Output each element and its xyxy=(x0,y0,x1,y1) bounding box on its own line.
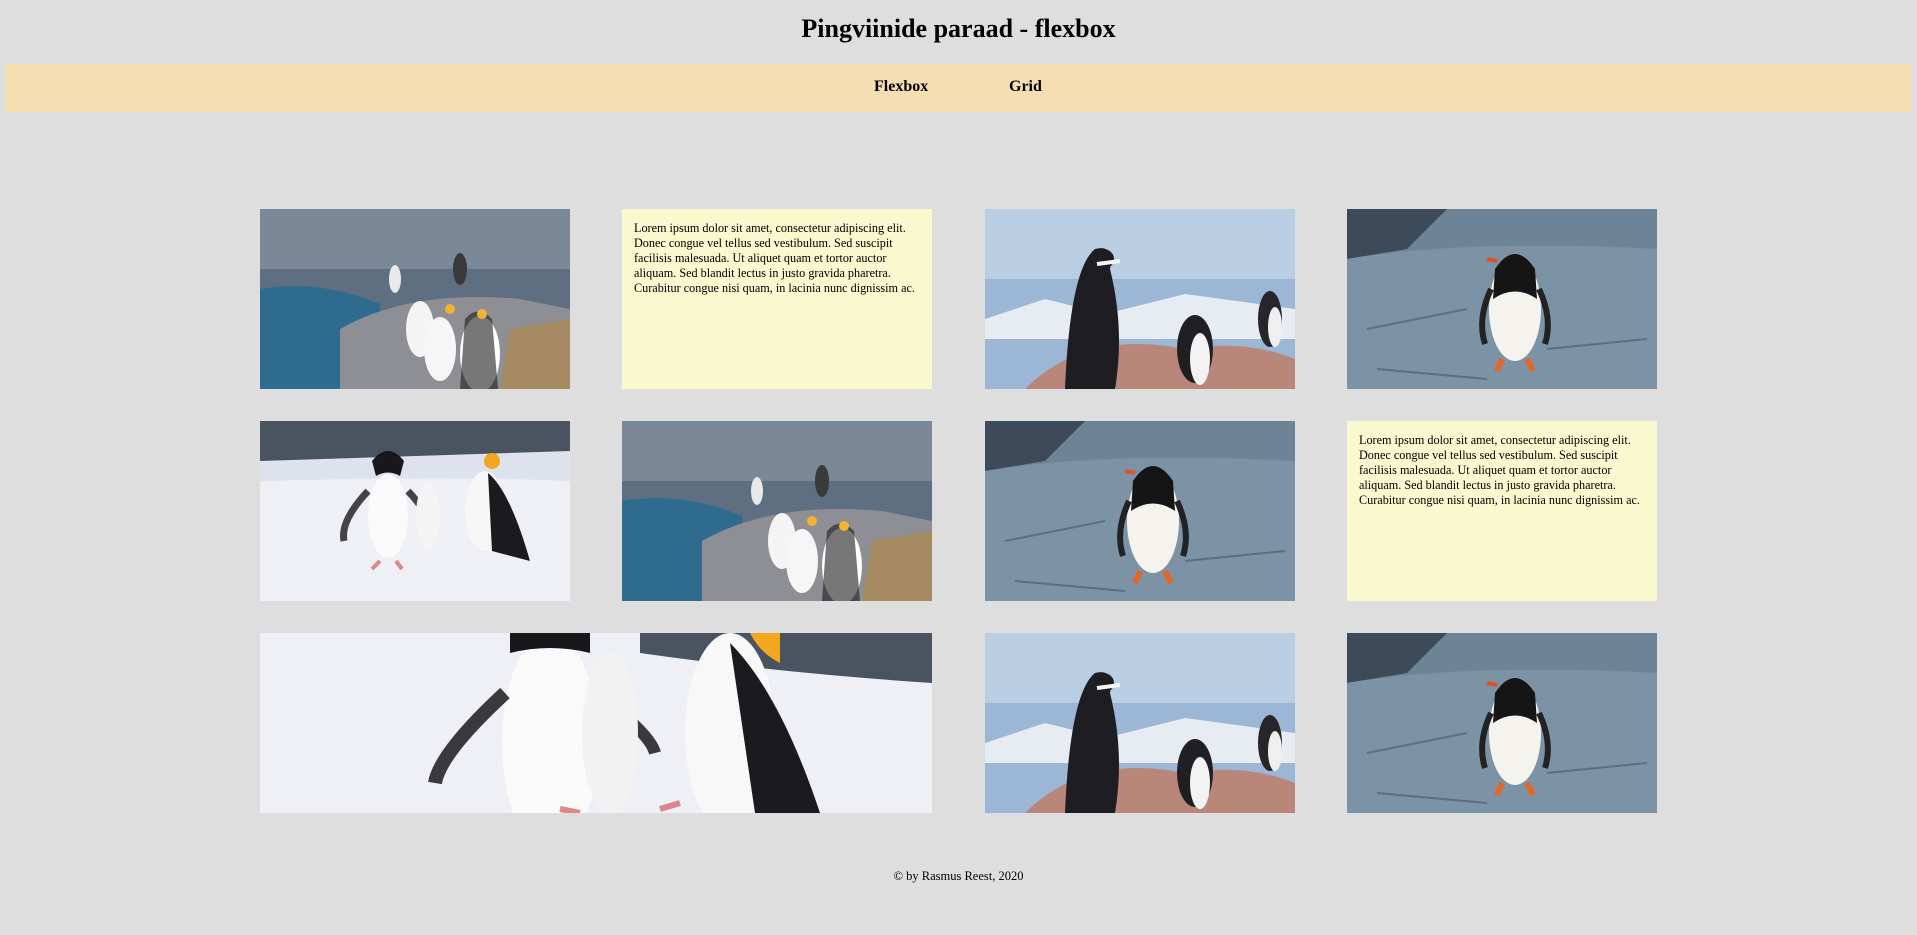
main-nav: Flexbox Grid xyxy=(5,64,1911,112)
chinstrap-penguins-snow-closeup-image xyxy=(260,633,932,813)
penguin-photo xyxy=(1347,209,1657,389)
page-title: Pingviinide paraad - flexbox xyxy=(801,14,1116,43)
penguin-photo xyxy=(622,421,932,601)
footer-copyright: © by Rasmus Reest, 2020 xyxy=(893,869,1024,883)
penguin-photo xyxy=(985,633,1295,813)
nav-link-flexbox[interactable]: Flexbox xyxy=(874,78,928,96)
penguin-photo-wide xyxy=(260,633,932,813)
text-card: Lorem ipsum dolor sit amet, consectetur … xyxy=(622,209,932,389)
king-penguins-image xyxy=(260,209,570,389)
penguin-photo xyxy=(985,209,1295,389)
chinstrap-penguins-snow-image xyxy=(260,421,570,601)
penguin-photo xyxy=(260,209,570,389)
nav-link-grid[interactable]: Grid xyxy=(1009,78,1042,96)
penguin-photo xyxy=(985,421,1295,601)
gentoo-penguin-image xyxy=(1347,209,1657,389)
gentoo-penguin-image xyxy=(1347,633,1657,813)
gentoo-penguin-image xyxy=(985,421,1295,601)
penguin-photo xyxy=(260,421,570,601)
text-card: Lorem ipsum dolor sit amet, consectetur … xyxy=(1347,421,1657,601)
penguin-photo xyxy=(1347,633,1657,813)
chinstrap-penguins-image xyxy=(985,633,1295,813)
king-penguins-image xyxy=(622,421,932,601)
chinstrap-penguins-image xyxy=(985,209,1295,389)
